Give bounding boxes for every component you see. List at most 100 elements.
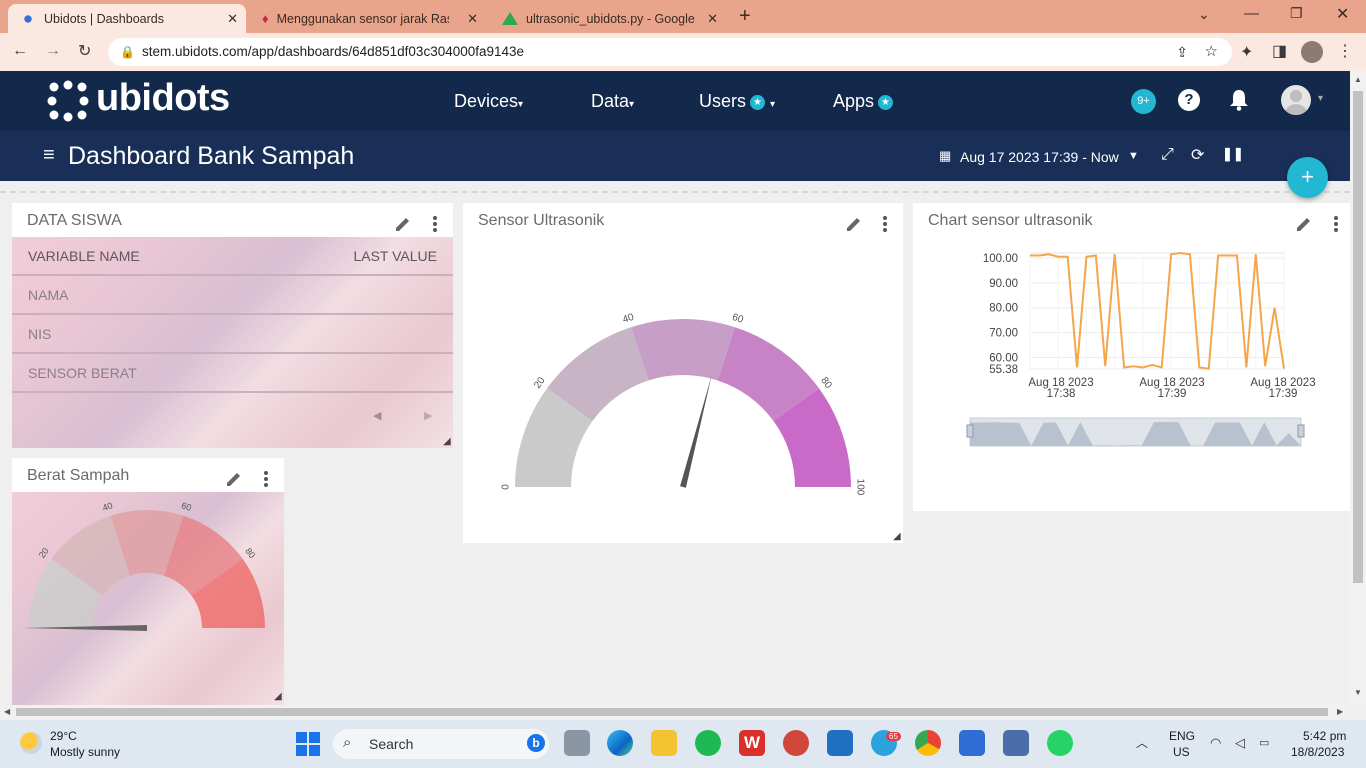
gauge-tick-label: 60 [180,500,193,513]
widget-berat-sampah: Berat Sampah 20 40 60 80 ◢ [12,458,284,705]
caret-down-icon[interactable]: ▼ [1128,150,1139,162]
extensions-puzzle-icon[interactable]: ✦ [1240,42,1253,62]
row-label: NAMA [28,287,69,303]
clock-time[interactable]: 5:42 pm [1303,729,1346,743]
wps-office-icon[interactable]: W [739,730,765,756]
table-row[interactable]: NAMA [12,276,453,315]
windows-start-icon[interactable] [296,732,320,756]
new-tab-icon[interactable]: + [739,5,751,28]
nav-data[interactable]: Data▾ [591,91,634,112]
user-avatar[interactable] [1281,85,1311,115]
scroll-thumb[interactable] [16,708,1328,716]
scroll-up-icon[interactable]: ▲ [1354,75,1362,84]
x-tick-label: 17:39 [1269,388,1298,400]
app-icon[interactable] [959,730,985,756]
gauge-tick-label: 0 [501,484,512,490]
gauge-tick-label: 80 [818,375,834,391]
taskbar-search[interactable]: ⌕ Search b [333,729,549,759]
dashboard-title[interactable]: Dashboard Bank Sampah [68,142,354,171]
maximize-icon[interactable]: ❐ [1290,5,1303,22]
more-options-icon[interactable] [264,471,268,487]
date-range-picker[interactable]: Aug 17 2023 17:39 - Now [960,149,1119,165]
region-indicator[interactable]: US [1173,745,1190,759]
vertical-scrollbar[interactable]: ▲ ▼ [1350,71,1366,705]
share-icon[interactable]: ⇪ [1176,38,1188,66]
scroll-right-icon[interactable]: ▶ [1337,707,1343,716]
edit-pencil-icon[interactable] [1295,215,1313,233]
prev-page-icon[interactable]: ◀ [373,409,381,422]
resize-handle-icon[interactable]: ◢ [443,436,451,447]
table-row[interactable]: NIS [12,315,453,354]
back-arrow-icon[interactable]: ← [12,42,28,60]
nav-apps[interactable]: Apps ★ [833,91,894,112]
chrome-icon[interactable] [915,730,941,756]
close-window-icon[interactable]: ✕ [1336,4,1349,24]
raspberry-favicon-icon: ♦ [262,11,269,26]
close-tab-icon[interactable]: ✕ [707,11,718,27]
help-icon[interactable]: ? [1178,89,1200,111]
close-tab-icon[interactable]: ✕ [227,11,238,27]
weather-sun-icon[interactable] [20,732,42,754]
edit-pencil-icon[interactable] [225,470,243,488]
reload-icon[interactable]: ↻ [78,41,91,61]
horizontal-scrollbar[interactable]: ◀ ▶ [0,705,1350,719]
scroll-left-icon[interactable]: ◀ [4,707,10,716]
whatsapp-icon[interactable] [1047,730,1073,756]
file-explorer-icon[interactable] [651,730,677,756]
calendar-icon[interactable]: ▦ [939,148,951,164]
scroll-thumb[interactable] [1353,91,1363,583]
tab-google-drive[interactable]: ultrasonic_ubidots.py - Google D ✕ [490,4,726,33]
edit-pencil-icon[interactable] [394,215,412,233]
notifications-count-badge[interactable]: 9+ [1131,89,1156,114]
ubidots-logo-text[interactable]: ubidots [96,77,230,120]
edge-browser-icon[interactable] [607,730,633,756]
close-tab-icon[interactable]: ✕ [467,11,478,27]
caret-down-icon[interactable]: ▾ [1318,93,1323,104]
app-icon[interactable] [1003,730,1029,756]
language-indicator[interactable]: ENG [1169,729,1195,743]
scroll-down-icon[interactable]: ▼ [1354,688,1362,697]
add-widget-button[interactable]: + [1287,157,1328,198]
resize-handle-icon[interactable]: ◢ [274,691,282,702]
volume-icon[interactable]: ◁ [1235,735,1245,751]
more-options-icon[interactable] [1334,216,1338,232]
tab-title: Menggunakan sensor jarak Raspb [276,11,449,26]
wifi-icon[interactable]: ◠ [1210,735,1221,751]
pause-icon[interactable]: ❚❚ [1222,146,1244,162]
bookmark-star-icon[interactable]: ☆ [1205,38,1218,66]
battery-icon[interactable]: ▭ [1259,736,1269,749]
show-hidden-icons-icon[interactable]: ︿ [1136,734,1148,751]
ubidots-logo-icon [46,79,90,123]
profile-avatar[interactable] [1301,41,1323,63]
address-bar[interactable]: 🔒 stem.ubidots.com/app/dashboards/64d851… [108,38,1232,66]
clock-date[interactable]: 18/8/2023 [1291,745,1344,759]
hamburger-menu-icon[interactable]: ≡ [43,144,55,167]
menu-kebab-icon[interactable]: ⋮ [1337,41,1353,61]
table-row[interactable]: SENSOR BERAT [12,354,453,393]
weather-temperature[interactable]: 29°C [50,729,77,743]
lock-icon[interactable]: 🔒 [120,38,135,66]
resize-handle-icon[interactable]: ◢ [893,531,901,542]
edit-pencil-icon[interactable] [845,215,863,233]
caret-down-icon: ▾ [518,99,524,110]
range-handle-right [1297,424,1305,438]
more-options-icon[interactable] [883,216,887,232]
next-page-icon[interactable]: ▶ [424,409,432,422]
weather-description[interactable]: Mostly sunny [50,745,120,759]
refresh-icon[interactable]: ⟳ [1191,145,1204,165]
vscode-icon[interactable] [827,730,853,756]
nav-devices[interactable]: Devices▾ [454,91,523,112]
fullscreen-icon[interactable]: ⤢ [1161,146,1174,164]
nav-users[interactable]: Users ★ ▾ [699,91,775,112]
app-icon[interactable] [783,730,809,756]
spotify-icon[interactable] [695,730,721,756]
task-view-icon[interactable] [564,730,590,756]
more-options-icon[interactable] [433,216,437,232]
forward-arrow-icon[interactable]: → [45,42,61,60]
bell-icon[interactable] [1229,89,1249,111]
tab-ubidots[interactable]: Ubidots | Dashboards ✕ [8,4,246,33]
side-panel-icon[interactable]: ◨ [1272,41,1287,61]
tab-search-chevron-icon[interactable]: ⌄ [1198,6,1210,23]
minimize-icon[interactable]: — [1244,5,1259,22]
tab-sensor-jarak[interactable]: ♦ Menggunakan sensor jarak Raspb ✕ [250,4,486,33]
